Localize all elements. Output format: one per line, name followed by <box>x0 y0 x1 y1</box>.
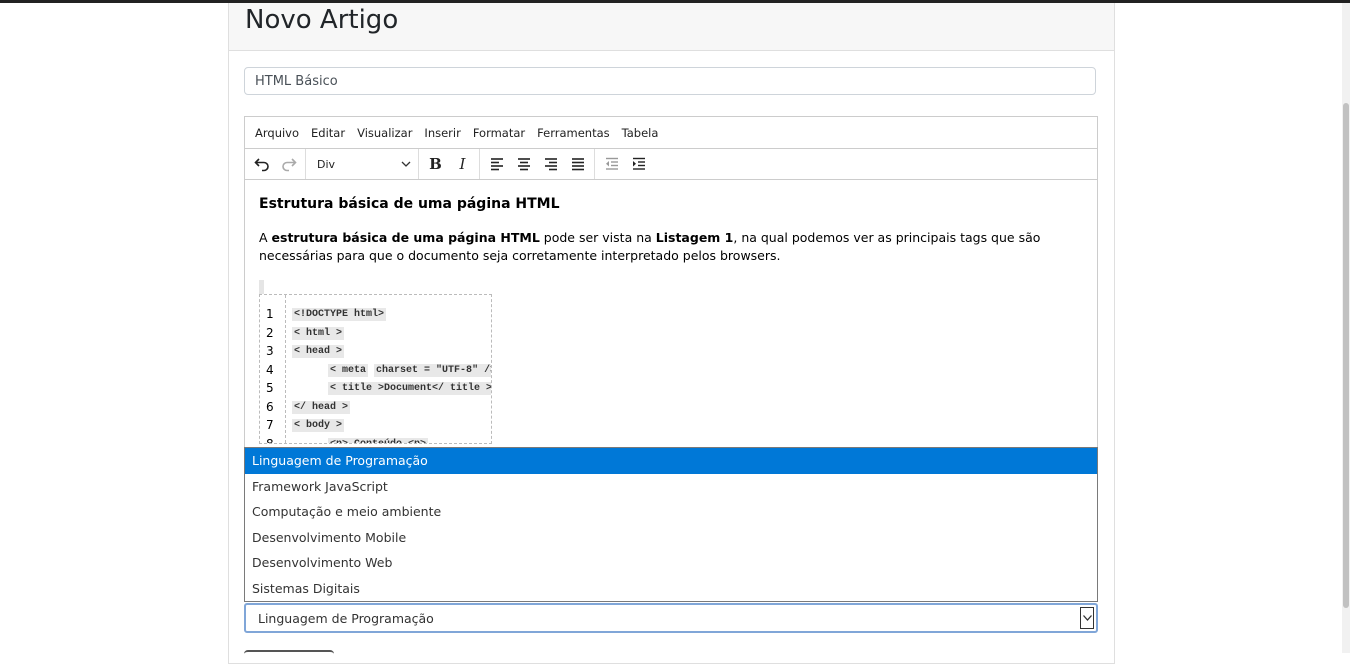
line-number: 1 <box>266 307 274 321</box>
align-justify-icon[interactable] <box>564 152 591 176</box>
code-line: < title >Document</ title > <box>292 382 491 395</box>
category-option[interactable]: Sistemas Digitais <box>245 576 1097 602</box>
line-number: 6 <box>266 399 274 414</box>
align-center-icon[interactable] <box>510 152 537 176</box>
code-line: < head > <box>292 345 345 358</box>
code-token: charset = "UTF-8" /> <box>374 363 491 377</box>
card-header: Novo Artigo <box>229 3 1114 51</box>
code-line: < html > <box>292 326 345 340</box>
category-option[interactable]: Desenvolvimento Mobile <box>245 525 1097 551</box>
menu-item-visualizar[interactable]: Visualizar <box>351 126 418 140</box>
code-line: </ head > <box>292 400 351 414</box>
history-group <box>245 149 306 179</box>
editor-content-area[interactable]: Estrutura básica de uma página HTML A es… <box>245 180 1097 455</box>
block-format-select[interactable]: Div <box>309 153 415 175</box>
category-select-value: Linguagem de Programação <box>258 610 434 626</box>
code-token: < head > <box>292 345 345 358</box>
menu-item-formatar[interactable]: Formatar <box>467 126 531 140</box>
code-token: < meta <box>328 363 369 377</box>
code-token: </ head > <box>292 400 351 414</box>
indent-group <box>595 149 655 179</box>
code-token: < html > <box>292 326 345 340</box>
content-paragraph: A estrutura básica de uma página HTML po… <box>259 230 1041 263</box>
code-token: < title >Document</ title > <box>328 382 491 395</box>
chevron-down-icon <box>401 161 411 167</box>
redo-icon[interactable] <box>275 152 302 176</box>
code-line: <!DOCTYPE html> <box>292 308 387 321</box>
line-number: 2 <box>266 325 274 340</box>
code-token: <!DOCTYPE html> <box>292 308 387 321</box>
submit-button[interactable] <box>244 650 334 662</box>
category-option[interactable]: Linguagem de Programação <box>245 448 1097 474</box>
category-option[interactable]: Desenvolvimento Web <box>245 550 1097 576</box>
menu-item-inserir[interactable]: Inserir <box>418 126 466 140</box>
code-line: <p> Conteúdo <p> <box>292 437 429 443</box>
line-number: 4 <box>266 362 274 377</box>
page-title: Novo Artigo <box>245 5 399 35</box>
menu-item-ferramentas[interactable]: Ferramentas <box>531 126 615 140</box>
menu-item-arquivo[interactable]: Arquivo <box>249 126 305 140</box>
category-option[interactable]: Computação e meio ambiente <box>245 499 1097 525</box>
bold-icon[interactable]: B <box>422 152 449 176</box>
chevron-down-icon[interactable] <box>1080 607 1094 629</box>
undo-icon[interactable] <box>248 152 275 176</box>
category-select[interactable]: Linguagem de Programação <box>244 603 1098 633</box>
content-heading: Estrutura básica de uma página HTML <box>259 196 560 212</box>
menu-item-editar[interactable]: Editar <box>305 126 351 140</box>
line-number: 8 <box>266 436 274 444</box>
code-line: < meta charset = "UTF-8" /> <box>292 363 491 377</box>
rich-text-editor: Arquivo Editar Visualizar Inserir Formatar Fe… <box>244 116 1098 456</box>
block-format-label: Div <box>317 157 336 171</box>
indent-icon[interactable] <box>625 152 652 176</box>
page-scrollbar[interactable] <box>1342 3 1350 653</box>
editor-menubar: Arquivo Editar Visualizar Inserir Formatar Fe… <box>245 117 1097 149</box>
code-token: <p> Conteúdo <p> <box>328 437 429 443</box>
outdent-icon[interactable] <box>598 152 625 176</box>
menu-item-tabela[interactable]: Tabela <box>616 126 665 140</box>
editor-toolbar: Div B I <box>245 149 1097 180</box>
alignment-group <box>480 149 595 179</box>
align-right-icon[interactable] <box>537 152 564 176</box>
article-title-input[interactable] <box>244 67 1096 95</box>
category-dropdown-list: Linguagem de Programação Framework JavaSc… <box>244 447 1098 602</box>
style-group: B I <box>419 149 480 179</box>
code-block-marker <box>259 280 264 294</box>
code-token: < body > <box>292 419 345 432</box>
italic-icon[interactable]: I <box>449 152 476 176</box>
code-listing: 1 <!DOCTYPE html> 2 < html > 3 < head > 4 < me… <box>259 294 492 444</box>
line-number: 7 <box>266 418 274 432</box>
format-group: Div <box>306 149 419 179</box>
scrollbar-thumb[interactable] <box>1343 103 1349 608</box>
line-number: 5 <box>266 381 274 395</box>
align-left-icon[interactable] <box>483 152 510 176</box>
category-option[interactable]: Framework JavaScript <box>245 474 1097 500</box>
code-line: < body > <box>292 419 345 432</box>
line-number: 3 <box>266 344 274 358</box>
